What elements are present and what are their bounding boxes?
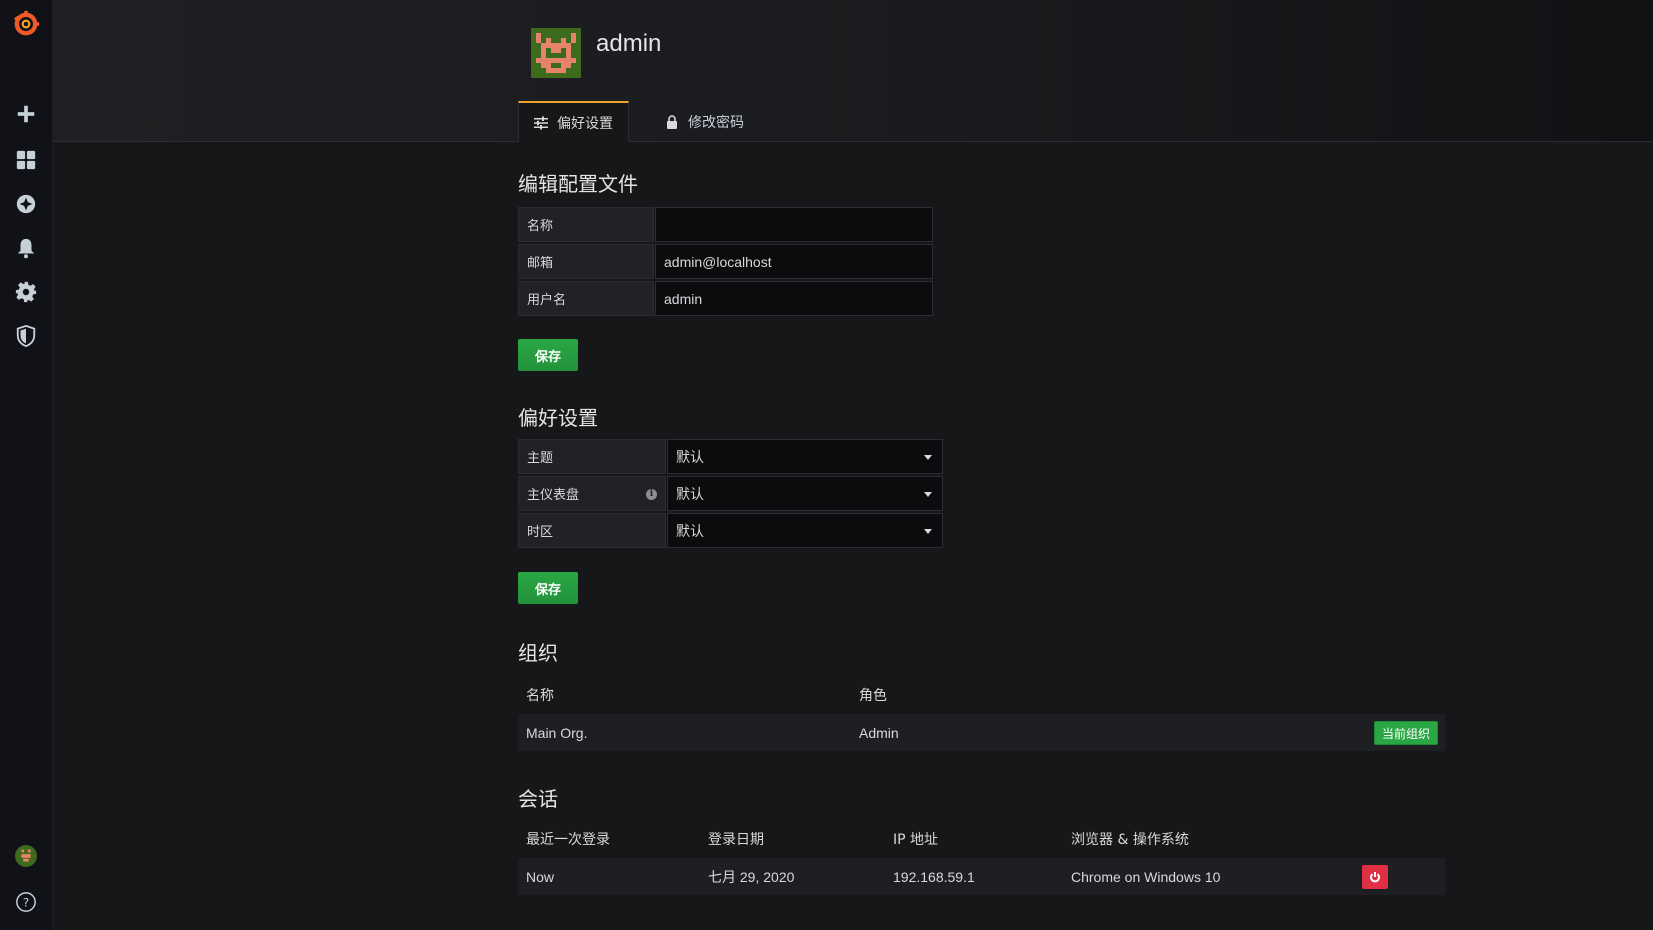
pref-timezone-select[interactable]: 默认	[667, 513, 943, 548]
sessions-header-last: 最近一次登录	[526, 832, 610, 848]
pref-home-dashboard-label-text: 主仪表盘	[527, 488, 580, 503]
pref-timezone-value: 默认	[676, 522, 704, 539]
chevron-down-icon	[924, 455, 932, 460]
sessions-header-date: 登录日期	[708, 832, 764, 848]
pref-timezone-label: 时区	[518, 513, 666, 548]
preferences-section-title: 偏好设置	[518, 406, 598, 430]
profile-email-label: 邮箱	[518, 244, 654, 279]
orgs-section-title: 组织	[518, 641, 558, 665]
sessions-section-title: 会话	[518, 787, 558, 811]
page-title: admin	[596, 30, 662, 57]
profile-username-input[interactable]: admin	[655, 281, 933, 316]
gear-icon[interactable]	[12, 278, 40, 306]
tab-preferences[interactable]: 偏好设置	[518, 101, 629, 142]
pref-home-dashboard-select[interactable]: 默认	[667, 476, 943, 511]
grafana-logo-icon[interactable]	[12, 10, 40, 38]
tab-preferences-label: 偏好设置	[557, 115, 613, 132]
tab-change-password[interactable]: 修改密码	[650, 101, 758, 142]
pref-home-dashboard-value: 默认	[676, 485, 704, 502]
session-browser: Chrome on Windows 10	[1071, 868, 1221, 885]
svg-text:?: ?	[23, 896, 29, 910]
help-icon[interactable]: ?	[12, 888, 40, 916]
orgs-header-role: 角色	[859, 688, 887, 704]
bell-icon[interactable]	[12, 234, 40, 262]
pref-theme-select[interactable]: 默认	[667, 439, 943, 474]
table-row: Now 七月 29, 2020 192.168.59.1 Chrome on W…	[518, 858, 1445, 895]
table-row: Main Org. Admin 当前组织	[518, 714, 1445, 751]
power-icon	[1370, 872, 1380, 883]
pref-theme-value: 默认	[676, 448, 704, 465]
profile-save-button[interactable]: 保存	[518, 339, 578, 371]
session-date: 七月 29, 2020	[708, 868, 795, 885]
org-role: Admin	[859, 724, 899, 741]
dashboards-icon[interactable]	[12, 146, 40, 174]
plus-icon[interactable]	[12, 100, 40, 128]
info-icon[interactable]: i	[646, 489, 657, 500]
session-ip: 192.168.59.1	[893, 868, 975, 885]
revoke-session-button[interactable]	[1362, 865, 1388, 889]
sidebar: ?	[0, 0, 53, 930]
session-last: Now	[526, 868, 555, 885]
profile-email-input[interactable]: admin@localhost	[655, 244, 933, 279]
explore-icon[interactable]	[12, 190, 40, 218]
sliders-icon	[534, 116, 548, 129]
shield-icon[interactable]	[12, 322, 40, 350]
user-avatar[interactable]	[12, 842, 40, 870]
sessions-header-browser: 浏览器 & 操作系统	[1071, 832, 1189, 848]
current-org-badge: 当前组织	[1373, 721, 1438, 745]
profile-name-input[interactable]	[655, 207, 933, 242]
sessions-header-ip: IP 地址	[893, 832, 939, 848]
profile-section-title: 编辑配置文件	[518, 172, 638, 196]
profile-username-label: 用户名	[518, 281, 654, 316]
orgs-header-name: 名称	[526, 688, 554, 704]
org-name: Main Org.	[526, 724, 588, 741]
chevron-down-icon	[924, 492, 932, 497]
pref-theme-label: 主题	[518, 439, 666, 474]
pref-home-dashboard-label: 主仪表盘 i	[518, 476, 666, 511]
tab-change-password-label: 修改密码	[688, 114, 744, 131]
chevron-down-icon	[924, 529, 932, 534]
page-header	[53, 0, 1653, 142]
profile-avatar	[531, 28, 581, 78]
profile-name-label: 名称	[518, 207, 654, 242]
preferences-save-button[interactable]: 保存	[518, 572, 578, 604]
lock-icon	[667, 114, 677, 129]
